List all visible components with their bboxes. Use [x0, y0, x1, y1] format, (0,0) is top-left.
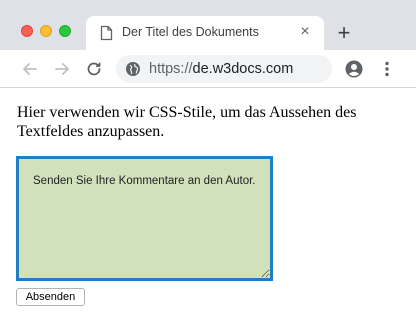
- comment-textarea[interactable]: Senden Sie Ihre Kommentare an den Autor.: [16, 156, 273, 281]
- intro-paragraph: Hier verwenden wir CSS-Stile, um das Aus…: [17, 104, 357, 140]
- document-icon: [100, 25, 113, 41]
- reload-icon[interactable]: [84, 59, 104, 79]
- new-tab-button[interactable]: +: [333, 22, 355, 44]
- url-scheme: https://: [149, 61, 193, 77]
- address-bar[interactable]: https://de.w3docs.com: [116, 55, 332, 83]
- globe-icon[interactable]: [125, 61, 141, 77]
- more-vertical-icon[interactable]: [377, 59, 397, 79]
- page-content: Hier verwenden wir CSS-Stile, um das Aus…: [0, 89, 416, 336]
- arrow-left-icon[interactable]: [20, 59, 40, 79]
- url-text[interactable]: https://de.w3docs.com: [149, 61, 293, 77]
- window-close-button[interactable]: [21, 25, 33, 37]
- browser-toolbar: https://de.w3docs.com: [0, 50, 416, 88]
- browser-tab[interactable]: Der Titel des Dokuments ×: [86, 16, 324, 50]
- window-maximize-button[interactable]: [59, 25, 71, 37]
- url-host: de.w3docs.com: [192, 61, 294, 77]
- tab-title: Der Titel des Dokuments: [122, 25, 259, 39]
- arrow-right-icon[interactable]: [52, 59, 72, 79]
- window-minimize-button[interactable]: [40, 25, 52, 37]
- tab-close-icon[interactable]: ×: [296, 23, 314, 41]
- tab-strip: Der Titel des Dokuments × +: [0, 0, 416, 50]
- account-circle-icon[interactable]: [344, 59, 364, 79]
- submit-button[interactable]: Absenden: [16, 288, 85, 306]
